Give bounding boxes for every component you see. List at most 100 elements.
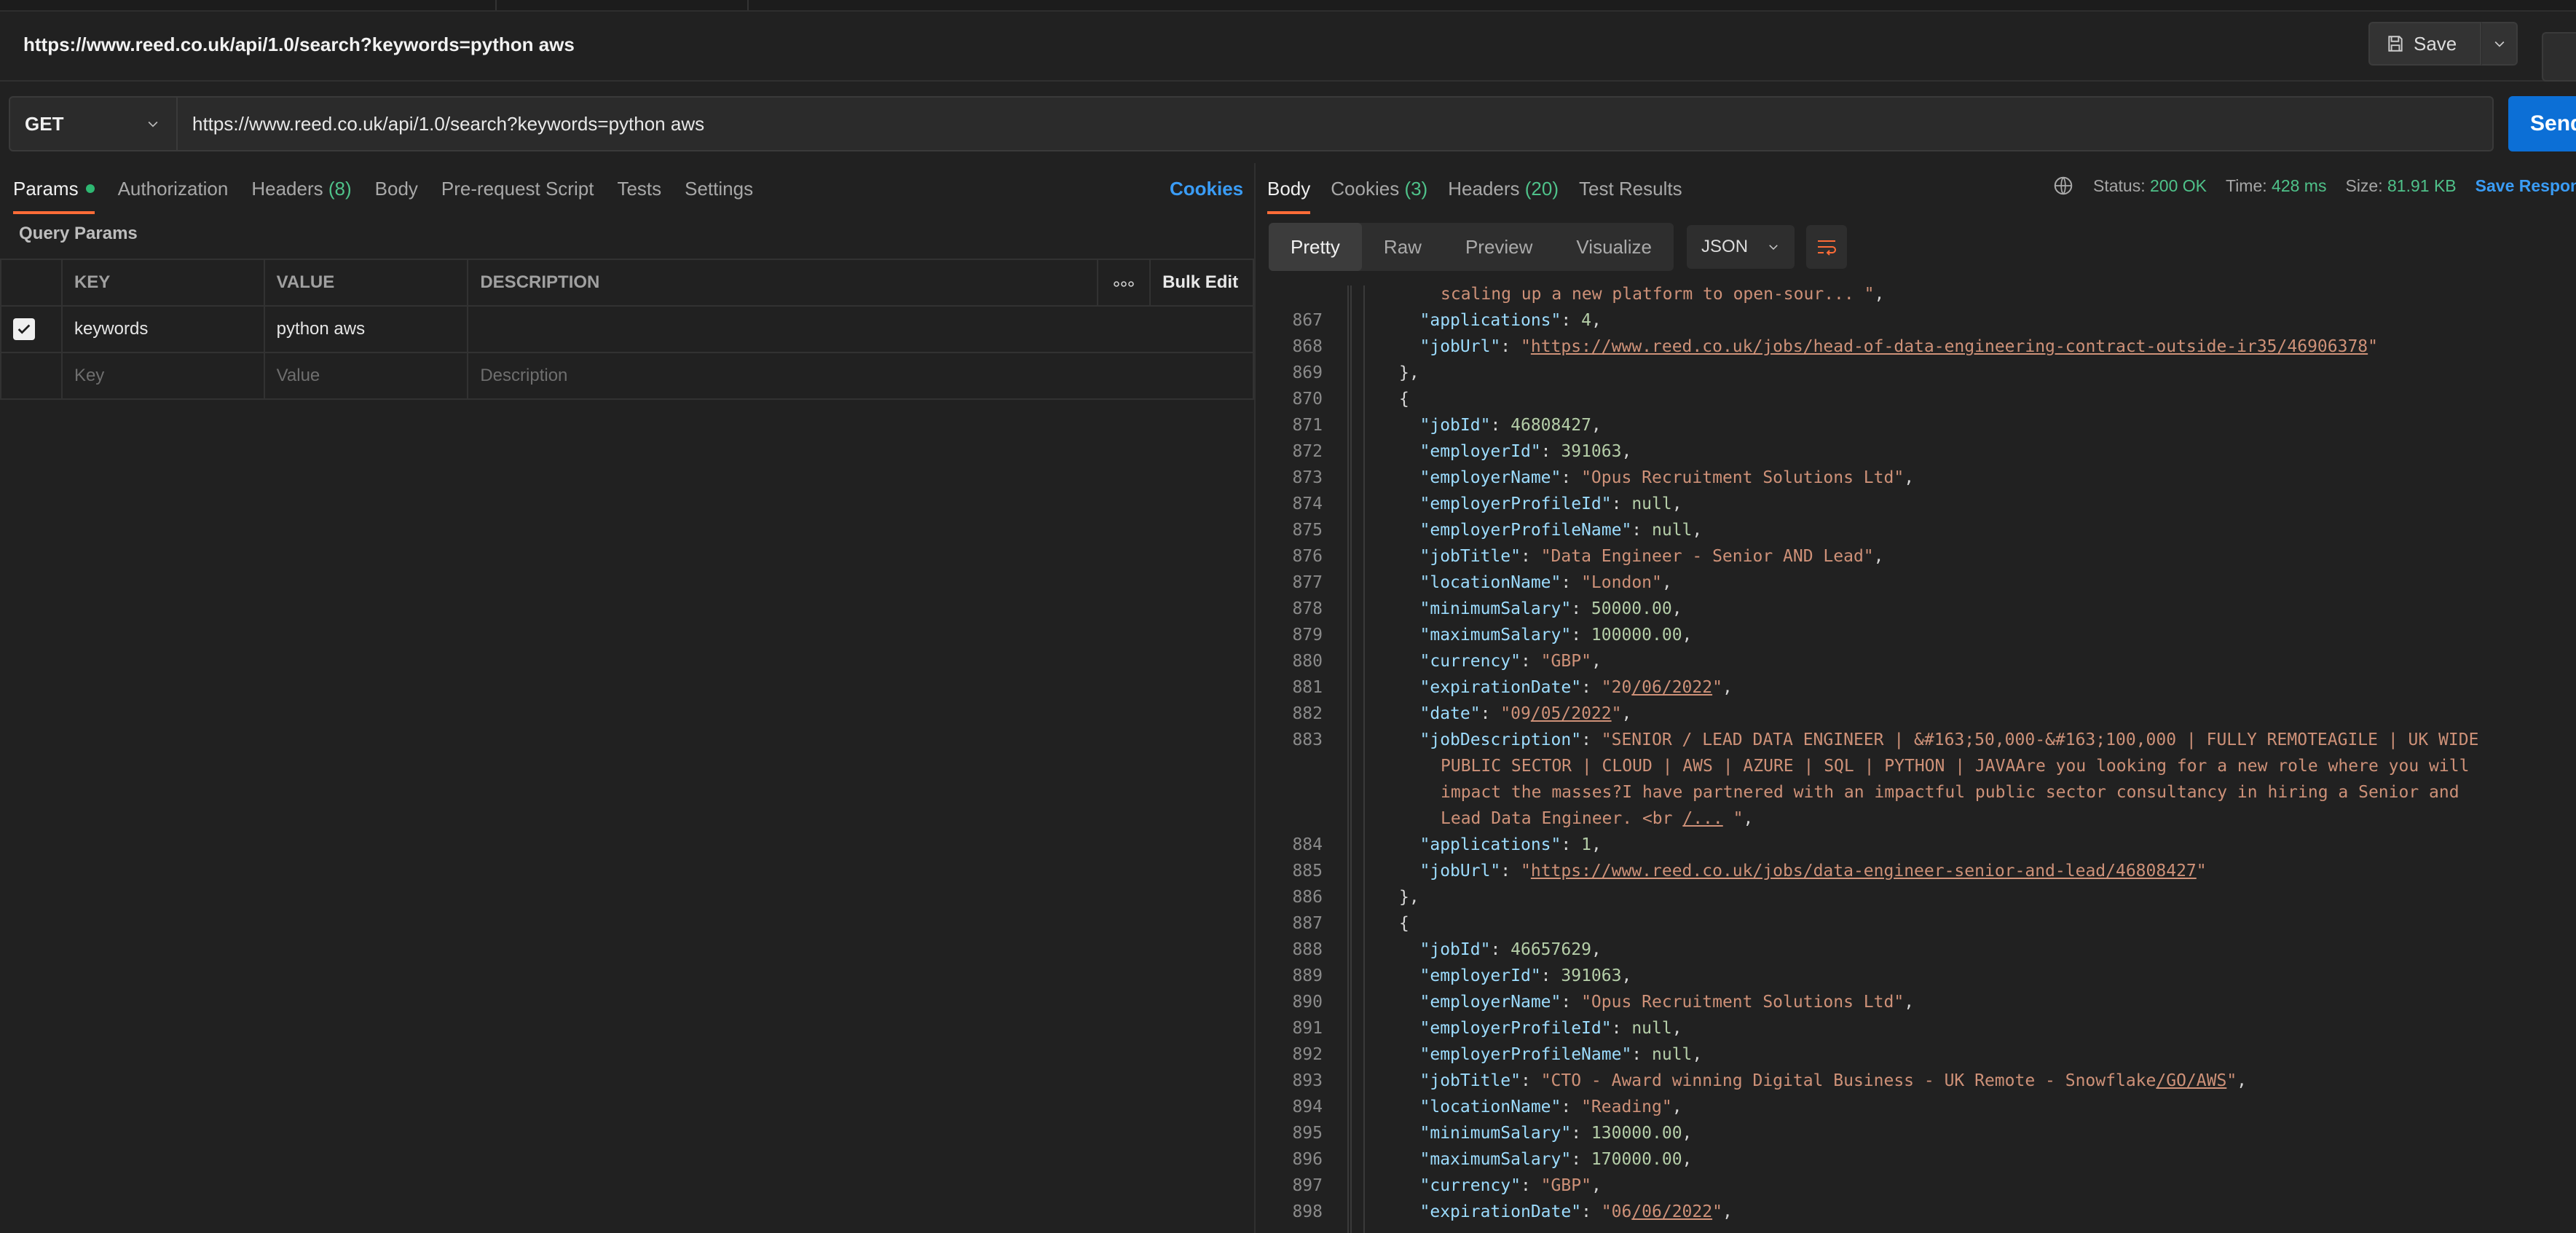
tab-response-cookies[interactable]: Cookies (3) (1331, 163, 1427, 214)
param-key-cell[interactable]: keywords (60, 305, 265, 353)
code-token: "maximumSalary" (1419, 1150, 1572, 1169)
wrap-lines-button[interactable] (1806, 225, 1848, 269)
param-description-cell[interactable] (467, 305, 1254, 353)
new-key-input[interactable]: Key (60, 352, 265, 400)
code-link[interactable]: /06/2022 (1631, 678, 1712, 697)
code-token: , (1722, 678, 1733, 697)
line-number: 886 (1292, 888, 1323, 907)
code-text: "employerName": "Opus Recruitment Soluti… (1420, 465, 1915, 491)
status-info[interactable]: Status: 200 OK (2093, 176, 2207, 196)
code-line: 890 "employerName": "Opus Recruitment Sol… (1256, 989, 2576, 1015)
code-token: , (1621, 966, 1632, 985)
code-token: "employerId" (1419, 442, 1541, 461)
code-link[interactable]: /GO/AWS (2156, 1071, 2226, 1090)
view-preview[interactable]: Preview (1443, 223, 1554, 271)
tab-label: Pre-request Script (441, 177, 594, 200)
code-token: , (1591, 1176, 1602, 1195)
row-enabled-checkbox[interactable] (13, 318, 35, 340)
tab-params[interactable]: Params (13, 163, 95, 214)
code-token: , (1591, 940, 1602, 959)
code-token: : (1561, 1098, 1582, 1116)
code-text: "employerName": "Opus Recruitment Soluti… (1420, 989, 1915, 1015)
format-select[interactable]: JSON (1687, 225, 1795, 269)
wrap-lines-icon (1818, 240, 1837, 256)
tab-headers[interactable]: Headers (8) (251, 163, 351, 214)
line-number: 871 (1292, 416, 1323, 435)
save-response-button[interactable]: Save Response (2475, 176, 2576, 196)
size-label: Size: (2345, 176, 2383, 195)
line-number: 869 (1292, 363, 1323, 382)
column-options-button[interactable] (1097, 259, 1151, 307)
line-number: 883 (1292, 730, 1323, 749)
view-raw[interactable]: Raw (1362, 223, 1443, 271)
tab-body[interactable]: Body (375, 163, 418, 214)
line-number: 897 (1292, 1176, 1323, 1195)
chevron-down-icon (2494, 41, 2504, 47)
line-number: 888 (1292, 940, 1323, 959)
code-token: "applications" (1419, 835, 1561, 854)
code-token: : (1520, 1176, 1541, 1195)
edit-button[interactable] (2542, 32, 2576, 82)
code-token: }, (1399, 363, 1419, 382)
line-number: 882 (1292, 704, 1323, 723)
status-label: Status: (2093, 176, 2146, 195)
bulk-edit-button[interactable]: Bulk Edit (1149, 259, 1254, 307)
cookies-link[interactable]: Cookies (1170, 178, 1243, 200)
code-token: null (1652, 1045, 1693, 1064)
tab-pre-request-script[interactable]: Pre-request Script (441, 163, 594, 214)
send-button[interactable]: Send (2508, 96, 2576, 151)
response-body-viewer[interactable]: scaling up a new platform to open-sour..… (1256, 285, 2576, 1233)
tab-count: (20) (1524, 177, 1559, 200)
code-token: 391063 (1561, 966, 1622, 985)
line-number: 878 (1292, 599, 1323, 618)
save-options-button[interactable] (2481, 22, 2518, 66)
method-select[interactable]: GET (9, 96, 178, 151)
view-visualize[interactable]: Visualize (1554, 223, 1674, 271)
request-title[interactable]: https://www.reed.co.uk/api/1.0/search?ke… (23, 34, 575, 56)
new-value-input[interactable]: Value (263, 352, 469, 400)
tab-response-headers[interactable]: Headers (20) (1448, 163, 1559, 214)
code-link[interactable]: /06/2022 (1631, 1202, 1712, 1221)
code-text: "jobUrl": "https://www.reed.co.uk/jobs/d… (1420, 858, 2207, 884)
save-button[interactable]: Save (2368, 22, 2481, 66)
code-token: : (1561, 573, 1582, 592)
url-input[interactable]: https://www.reed.co.uk/api/1.0/search?ke… (178, 96, 2494, 151)
code-line: 883 "jobDescription": "SENIOR / LEAD DATA… (1256, 727, 2576, 753)
code-link[interactable]: https://www.reed.co.uk/jobs/head-of-data… (1531, 337, 2368, 356)
code-link[interactable]: /05/2022 (1531, 704, 1612, 723)
tab-authorization[interactable]: Authorization (118, 163, 229, 214)
code-token: : (1571, 626, 1591, 645)
code-text: "jobTitle": "CTO - Award winning Digital… (1420, 1068, 2248, 1094)
code-text: Lead Data Engineer. <br /... ", (1441, 805, 1753, 832)
tab-label: Body (374, 177, 418, 200)
param-value-cell[interactable]: python aws (263, 305, 469, 353)
code-line: 872 "employerId": 391063, (1256, 438, 2576, 465)
code-token: : (1611, 1019, 1632, 1038)
code-line: 869}, (1256, 360, 2576, 386)
chevron-down-icon (148, 121, 158, 127)
code-token: "SENIOR / LEAD DATA ENGINEER | &#163;50,… (1601, 730, 2479, 749)
code-line: 892 "employerProfileName": null, (1256, 1041, 2576, 1068)
time-info[interactable]: Time: 428 ms (2226, 176, 2326, 196)
size-info[interactable]: Size: 81.91 KB (2345, 176, 2456, 196)
code-token: , (1682, 1124, 1693, 1143)
network-globe-icon[interactable] (2052, 175, 2074, 197)
line-number: 881 (1292, 678, 1323, 697)
new-description-input[interactable]: Description (467, 352, 1254, 400)
code-token: : (1581, 678, 1602, 697)
code-link[interactable]: /... (1682, 809, 1722, 828)
code-token: "minimumSalary" (1419, 599, 1572, 618)
tab-tests[interactable]: Tests (617, 163, 661, 214)
tab-response-body[interactable]: Body (1267, 163, 1311, 214)
code-token: "jobUrl" (1419, 337, 1501, 356)
code-token: 4 (1581, 311, 1591, 330)
tab-settings[interactable]: Settings (685, 163, 753, 214)
code-token: 1 (1581, 835, 1591, 854)
view-pretty[interactable]: Pretty (1269, 223, 1362, 271)
line-number: 893 (1292, 1071, 1323, 1090)
tab-test-results[interactable]: Test Results (1579, 163, 1682, 214)
code-link[interactable]: https://www.reed.co.uk/jobs/data-enginee… (1531, 862, 2197, 881)
url-bar: GET https://www.reed.co.uk/api/1.0/searc… (0, 82, 2576, 163)
code-token: 170000.00 (1591, 1150, 1682, 1169)
code-line: 897 "currency": "GBP", (1256, 1173, 2576, 1199)
